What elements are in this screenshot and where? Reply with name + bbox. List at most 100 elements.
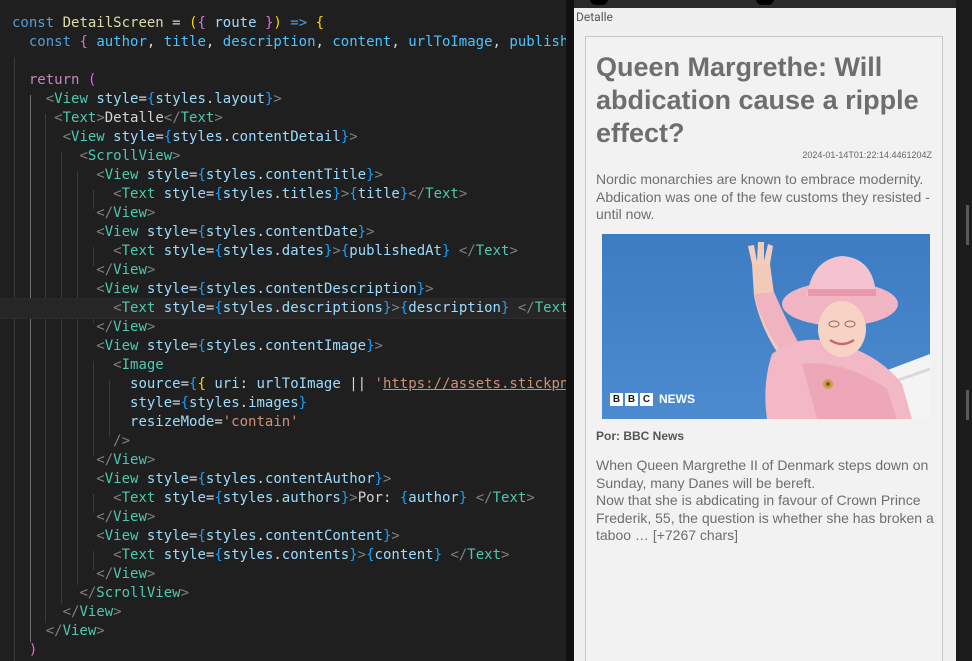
code-line[interactable]: </View> bbox=[0, 261, 155, 280]
code-line[interactable]: <Text style={styles.dates}>{publishedAt}… bbox=[0, 242, 518, 261]
code-token: styles bbox=[205, 338, 257, 354]
code-token: . bbox=[273, 243, 282, 259]
code-line[interactable]: source={{ uri: urlToImage || 'https://as… bbox=[0, 375, 566, 394]
code-line[interactable]: </View> bbox=[0, 603, 122, 622]
code-line[interactable]: const { author, title, description, cont… bbox=[0, 33, 566, 52]
code-token: description bbox=[408, 300, 501, 316]
code-line[interactable]: <View style={styles.contentDetail}> bbox=[0, 128, 358, 147]
code-token: const bbox=[12, 15, 55, 31]
code-token: style bbox=[163, 547, 206, 563]
code-token: contentDate bbox=[264, 224, 358, 240]
code-token: = bbox=[172, 395, 181, 411]
code-token: contentDescription bbox=[264, 281, 417, 297]
code-token: View bbox=[104, 471, 139, 487]
code-line[interactable]: <View style={styles.layout}> bbox=[0, 90, 282, 109]
side-button bbox=[966, 205, 969, 245]
code-token: } bbox=[433, 547, 442, 563]
code-token: style bbox=[146, 338, 190, 354]
code-editor[interactable]: const DetailScreen = ({ route }) => { co… bbox=[0, 0, 566, 661]
code-token: { bbox=[197, 167, 206, 183]
bbc-letter-block: B bbox=[625, 392, 638, 406]
code-token: styles bbox=[172, 129, 223, 145]
code-line[interactable]: <Text>Detalle</Text> bbox=[0, 109, 223, 128]
code-line[interactable]: </View> bbox=[0, 565, 155, 584]
code-token: = bbox=[214, 414, 223, 430]
code-token: . bbox=[273, 490, 282, 506]
code-token: https://assets.stickpng.com/ bbox=[382, 376, 566, 392]
code-token: Image bbox=[121, 357, 164, 373]
code-token: } bbox=[298, 395, 308, 411]
code-line[interactable]: <View style={styles.contentAuthor}> bbox=[0, 470, 391, 489]
code-line[interactable]: <Image bbox=[0, 356, 164, 375]
code-token: { bbox=[399, 300, 409, 316]
code-line[interactable]: ) bbox=[0, 641, 37, 660]
code-token: } bbox=[366, 167, 375, 183]
code-line[interactable]: </View> bbox=[0, 451, 155, 470]
code-token: { bbox=[340, 243, 350, 259]
code-line[interactable]: </ScrollView> bbox=[0, 584, 189, 603]
code-token: styles bbox=[205, 471, 257, 487]
panel-splitter[interactable] bbox=[566, 0, 574, 661]
code-token: Text bbox=[121, 300, 156, 316]
bbc-news-logo: B B C NEWS bbox=[610, 392, 695, 406]
code-line[interactable]: <View style={styles.contentImage}> bbox=[0, 337, 383, 356]
code-token: View bbox=[113, 319, 147, 335]
code-token: { bbox=[197, 528, 206, 544]
code-line[interactable]: <Text style={styles.authors}>Por: {autho… bbox=[0, 489, 535, 508]
code-token: , bbox=[492, 34, 510, 50]
code-token: authors bbox=[281, 490, 341, 506]
code-token: > bbox=[146, 319, 156, 335]
code-token: View bbox=[113, 566, 147, 582]
code-token: > bbox=[113, 604, 122, 620]
code-line[interactable]: const DetailScreen = ({ route }) => { bbox=[0, 14, 324, 33]
article-card[interactable]: Queen Margrethe: Will abdication cause a… bbox=[585, 36, 943, 661]
code-token: style bbox=[163, 186, 206, 202]
code-token: </ bbox=[79, 585, 97, 601]
code-token: ) bbox=[273, 15, 282, 31]
code-line[interactable]: </View> bbox=[0, 318, 155, 337]
code-token: < bbox=[96, 528, 105, 544]
code-token: styles bbox=[205, 167, 257, 183]
code-line[interactable]: /> bbox=[0, 432, 130, 451]
code-token: View bbox=[104, 528, 139, 544]
code-token: ' bbox=[374, 376, 383, 392]
code-line[interactable] bbox=[0, 52, 12, 71]
code-token: styles bbox=[205, 528, 257, 544]
code-line[interactable]: <Text style={styles.contents}>{content} … bbox=[0, 546, 509, 565]
code-token: < bbox=[96, 281, 105, 297]
code-token: > bbox=[214, 110, 223, 126]
code-token: > bbox=[146, 262, 156, 278]
code-token: Text bbox=[121, 243, 156, 259]
code-line[interactable]: <ScrollView> bbox=[0, 147, 180, 166]
code-line[interactable]: <View style={styles.contentDescription}> bbox=[0, 280, 433, 299]
code-line[interactable]: <Text style={styles.titles}>{title}</Tex… bbox=[0, 185, 467, 204]
code-line[interactable]: </View> bbox=[0, 204, 155, 223]
code-line[interactable]: <View style={styles.contentTitle}> bbox=[0, 166, 383, 185]
code-token: contentImage bbox=[264, 338, 367, 354]
code-token: description bbox=[222, 34, 316, 50]
code-line[interactable]: </View> bbox=[0, 508, 155, 527]
code-line[interactable]: resizeMode='contain' bbox=[0, 413, 299, 432]
code-line[interactable]: </View> bbox=[0, 622, 105, 641]
code-line[interactable]: return ( bbox=[0, 71, 96, 90]
code-line[interactable]: <Text style={styles.descriptions}>{descr… bbox=[0, 298, 566, 319]
code-line[interactable]: style={styles.images} bbox=[0, 394, 307, 413]
article-description: Nordic monarchies are known to embrace m… bbox=[596, 171, 930, 222]
code-line[interactable]: <View style={styles.contentDate}> bbox=[0, 223, 374, 242]
code-token: urlToImage bbox=[256, 376, 341, 392]
code-line[interactable]: <View style={styles.contentContent}> bbox=[0, 527, 400, 546]
code-token: . bbox=[256, 528, 265, 544]
code-token: . bbox=[256, 471, 265, 487]
